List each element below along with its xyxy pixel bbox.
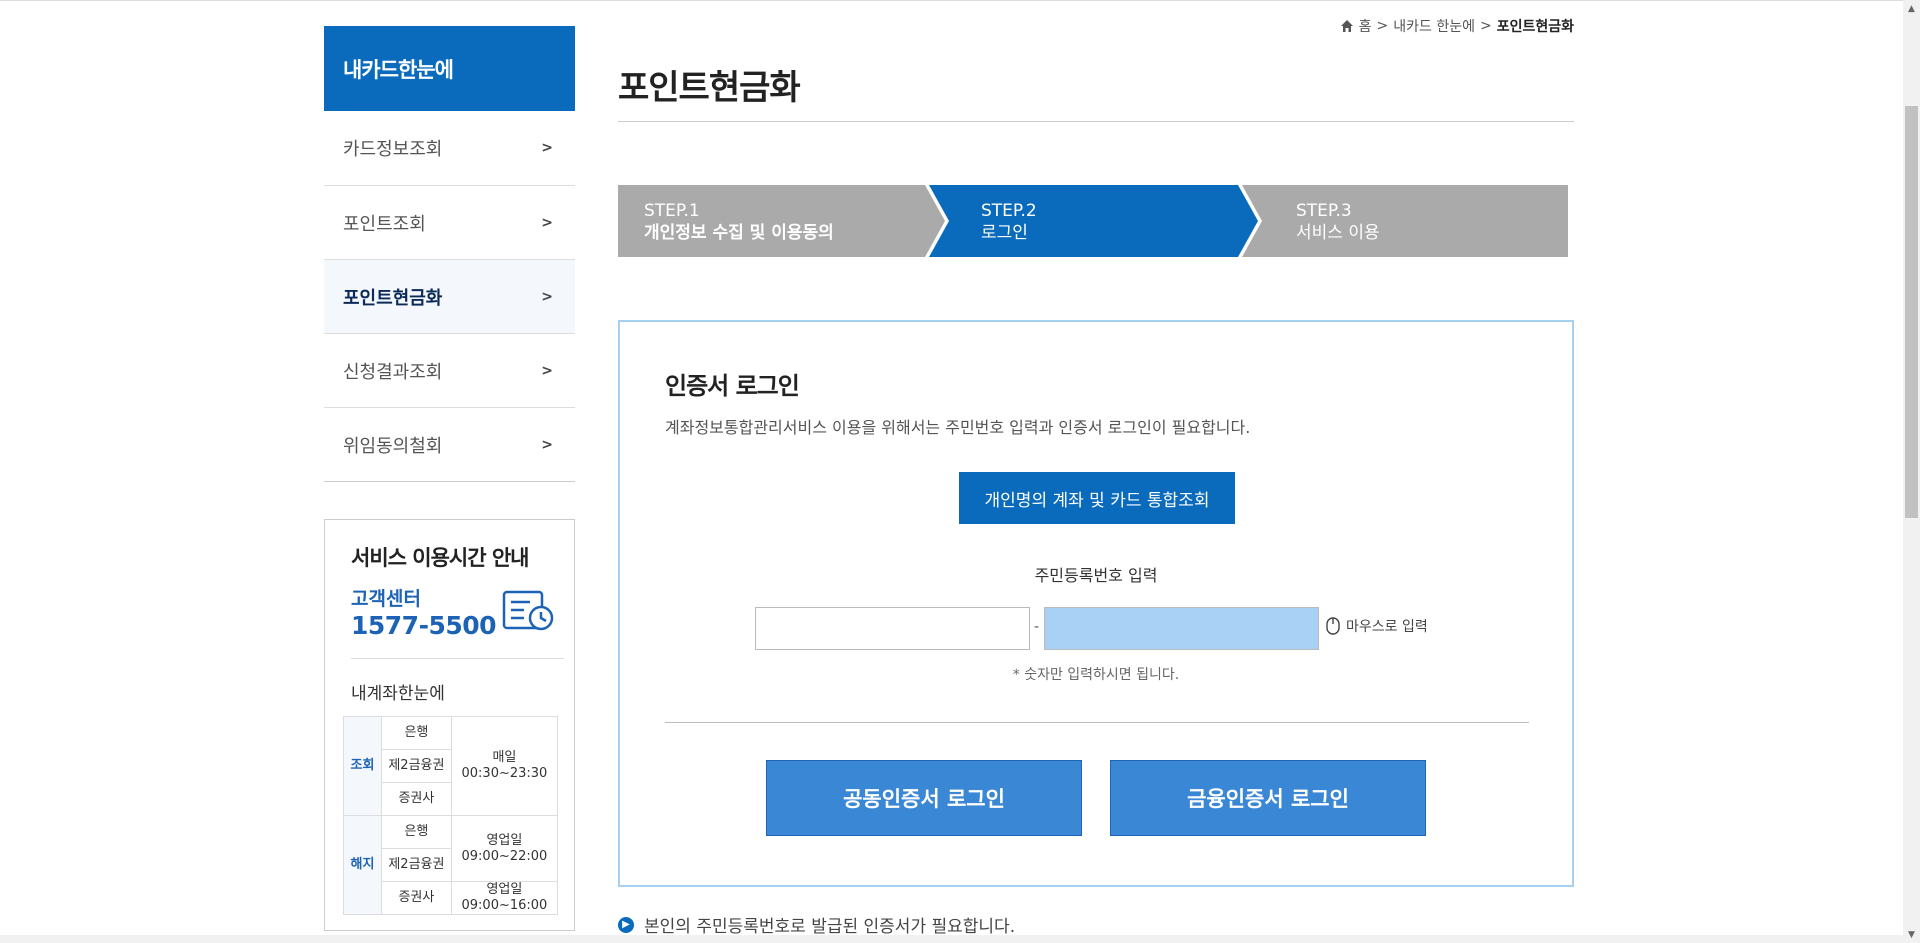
query-category: 조회 <box>343 716 382 816</box>
time-day: 영업일 <box>486 882 523 898</box>
sidebar-item-card-info[interactable]: 카드정보조회 > <box>324 111 575 185</box>
institution-cell: 증권사 <box>381 881 452 915</box>
sidebar-item-result-inquiry[interactable]: 신청결과조회 > <box>324 333 575 407</box>
institution-cell: 제2금융권 <box>381 749 452 783</box>
sidebar-menu: 카드정보조회 > 포인트조회 > 포인트현금화 > 신청결과조회 > 위임동의철… <box>324 111 575 482</box>
time-cell: 영업일 09:00~16:00 <box>450 881 559 915</box>
sidebar-item-consent-withdraw[interactable]: 위임동의철회 > <box>324 407 575 481</box>
ssn-label: 주민등록번호 입력 <box>1034 566 1158 585</box>
scroll-down-arrow-icon[interactable]: ▼ <box>1903 926 1920 943</box>
time-range: 09:00~22:00 <box>461 848 548 864</box>
chevron-right-icon: > <box>541 140 553 156</box>
breadcrumb-separator: > <box>1376 18 1389 34</box>
service-hours-title: 서비스 이용시간 안내 <box>351 546 530 570</box>
step-3: STEP.3 서비스 이용 <box>1296 200 1380 244</box>
ssn-back-input[interactable] <box>1044 607 1319 650</box>
service-subtitle: 내계좌한눈에 <box>351 684 445 704</box>
divider <box>351 658 564 659</box>
chevron-right-icon: > <box>541 362 553 379</box>
sidebar-item-label: 카드정보조회 <box>343 139 443 160</box>
sidebar-item-point-inquiry[interactable]: 포인트조회 > <box>324 185 575 259</box>
sidebar-item-point-cash[interactable]: 포인트현금화 > <box>324 259 575 333</box>
notice: ▶ 본인의 주민등록번호로 발급된 인증서가 필요합니다. <box>618 912 1015 937</box>
mouse-input-label: 마우스로 입력 <box>1346 619 1428 635</box>
chevron-right-icon: > <box>541 214 553 231</box>
top-border <box>0 0 1920 4</box>
time-range: 00:30~23:30 <box>461 766 548 781</box>
login-title: 인증서 로그인 <box>665 372 800 400</box>
service-hours-box: 서비스 이용시간 안내 고객센터 1577-5500 내계좌한눈에 조회 은행 <box>324 519 575 931</box>
step-3-shape <box>1242 185 1568 257</box>
notice-text: 본인의 주민등록번호로 발급된 인증서가 필요합니다. <box>644 917 1016 937</box>
joint-cert-login-button[interactable]: 공동인증서 로그인 <box>766 760 1082 836</box>
scroll-up-arrow-icon[interactable]: ▲ <box>1903 0 1920 17</box>
login-description: 계좌정보통합관리서비스 이용을 위해서는 주민번호 입력과 인증서 로그인이 필… <box>665 418 1251 437</box>
step-1: STEP.1 개인정보 수집 및 이용동의 <box>644 200 834 244</box>
institution-cell: 은행 <box>381 716 452 750</box>
financial-cert-login-button[interactable]: 금융인증서 로그인 <box>1110 760 1426 836</box>
step-indicator: STEP.1 개인정보 수집 및 이용동의 STEP.2 로그인 STEP.3 … <box>618 185 1568 257</box>
institution-cell: 제2금융권 <box>381 848 452 882</box>
scroll-thumb[interactable] <box>1905 106 1918 518</box>
document-clock-icon <box>502 590 554 631</box>
sidebar-item-label: 포인트조회 <box>343 213 426 235</box>
mouse-input-toggle[interactable]: 마우스로 입력 <box>1326 616 1428 636</box>
cert-login-box: 인증서 로그인 계좌정보통합관리서비스 이용을 위해서는 주민번호 입력과 인증… <box>618 320 1574 887</box>
institution-cell: 은행 <box>381 815 452 849</box>
service-hours-table: 조회 은행 매일 00:30~23:30 제2금융권 증권사 해지 은행 영업일… <box>343 716 559 915</box>
vertical-scrollbar[interactable]: ▲ ▼ <box>1903 0 1920 943</box>
title-divider <box>618 121 1574 122</box>
mouse-icon <box>1326 617 1340 635</box>
customer-center-phone: 1577-5500 <box>351 611 497 640</box>
chevron-right-icon: > <box>541 436 553 453</box>
time-cell: 영업일 09:00~22:00 <box>450 815 559 882</box>
sidebar-item-label: 포인트현금화 <box>343 287 443 309</box>
arrow-right-icon: ▶ <box>618 916 634 933</box>
step-2: STEP.2 로그인 <box>981 200 1037 244</box>
time-range: 09:00~16:00 <box>461 898 548 913</box>
breadcrumb-separator: > <box>1479 18 1492 34</box>
page-title: 포인트현금화 <box>618 68 801 108</box>
integrated-inquiry-button[interactable]: 개인명의 계좌 및 카드 통합조회 <box>959 472 1235 524</box>
breadcrumb-level1[interactable]: 내카드 한눈에 <box>1393 16 1475 36</box>
cancel-category: 해지 <box>343 815 382 915</box>
step-2-number: STEP.2 <box>981 201 1037 221</box>
ssn-note: * 숫자만 입력하시면 됩니다. <box>1012 667 1180 683</box>
step-1-name: 개인정보 수집 및 이용동의 <box>644 223 834 243</box>
step-2-name: 로그인 <box>981 223 1028 243</box>
breadcrumb: 홈 > 내카드 한눈에 > 포인트현금화 <box>1340 16 1574 36</box>
institution-cell: 증권사 <box>381 782 452 816</box>
divider <box>665 722 1529 723</box>
sidebar-item-label: 신청결과조회 <box>343 361 443 383</box>
sidebar-item-label: 위임동의철회 <box>343 435 443 457</box>
time-day: 영업일 <box>486 832 523 848</box>
sidebar: 내카드한눈에 카드정보조회 > 포인트조회 > 포인트현금화 > 신청결과조회 … <box>324 26 575 931</box>
customer-center-label: 고객센터 <box>351 588 421 610</box>
chevron-right-icon: > <box>541 288 553 305</box>
step-1-number: STEP.1 <box>644 201 700 221</box>
home-icon <box>1340 20 1353 32</box>
step-3-number: STEP.3 <box>1296 201 1352 221</box>
time-cell: 매일 00:30~23:30 <box>450 716 559 816</box>
step-2-shape <box>929 185 1258 257</box>
ssn-front-input[interactable] <box>755 607 1030 650</box>
breadcrumb-home[interactable]: 홈 <box>1359 16 1372 36</box>
ssn-dash: - <box>1034 619 1040 635</box>
horizontal-scrollbar[interactable] <box>0 935 1903 943</box>
sidebar-title: 내카드한눈에 <box>324 26 575 111</box>
breadcrumb-current: 포인트현금화 <box>1496 19 1574 35</box>
step-3-name: 서비스 이용 <box>1296 223 1380 243</box>
time-day: 매일 <box>492 750 517 766</box>
customer-center: 고객센터 1577-5500 <box>351 584 554 640</box>
